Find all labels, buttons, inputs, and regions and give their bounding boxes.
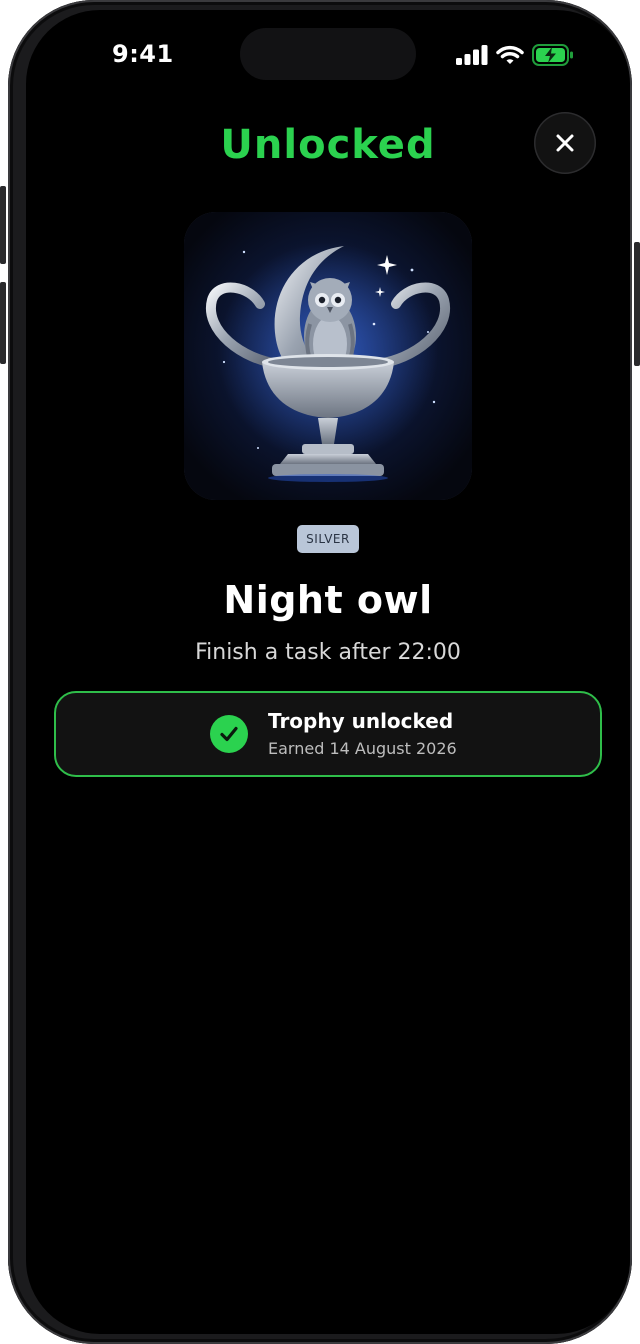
power-button bbox=[634, 242, 640, 366]
tier-badge: SILVER bbox=[297, 525, 359, 553]
trophy-image bbox=[184, 212, 472, 500]
battery-charging-icon bbox=[532, 44, 573, 66]
app-screen: 9:41 Unlocked SILVER Night owl Finish a … bbox=[26, 10, 630, 1334]
action-button bbox=[0, 186, 6, 264]
status-icons bbox=[456, 44, 574, 66]
unlock-status-card: Trophy unlocked Earned 14 August 2026 bbox=[54, 691, 602, 777]
trophy-name: Night owl bbox=[223, 578, 433, 622]
unlock-status-title: Trophy unlocked bbox=[268, 709, 454, 733]
close-icon bbox=[556, 134, 574, 152]
phone-frame: 9:41 Unlocked SILVER Night owl Finish a … bbox=[0, 0, 640, 1344]
dynamic-island bbox=[240, 28, 416, 80]
cellular-signal-icon bbox=[456, 45, 488, 65]
wifi-icon bbox=[496, 45, 524, 64]
checkmark-circle-icon bbox=[210, 715, 248, 753]
status-time: 9:41 bbox=[112, 40, 174, 68]
volume-button bbox=[0, 282, 6, 364]
trophy-description: Finish a task after 22:00 bbox=[195, 640, 461, 665]
status-bar: 9:41 bbox=[26, 10, 630, 100]
close-button[interactable] bbox=[534, 112, 596, 174]
unlock-date: Earned 14 August 2026 bbox=[268, 739, 457, 758]
